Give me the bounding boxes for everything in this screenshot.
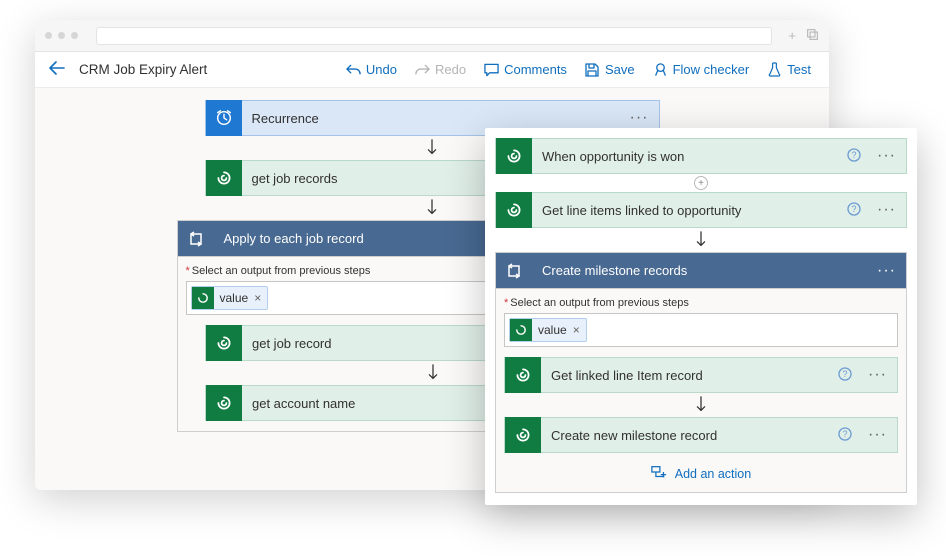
remove-token-icon[interactable]: ×: [254, 291, 261, 305]
undo-icon: [346, 62, 361, 77]
select-output-label: Select an output from previous steps: [504, 297, 898, 309]
comment-icon: [484, 62, 499, 77]
svg-text:?: ?: [843, 429, 848, 439]
save-button[interactable]: Save: [581, 58, 639, 81]
step-label: Get linked line Item record: [541, 368, 838, 383]
help-icon[interactable]: ?: [847, 148, 867, 165]
help-icon[interactable]: ?: [838, 367, 858, 384]
test-button[interactable]: Test: [763, 58, 815, 81]
more-icon[interactable]: ···: [858, 426, 897, 444]
step-get-linked-line-item[interactable]: Get linked line Item record ? ···: [504, 357, 898, 393]
connector-icon: [505, 417, 541, 453]
remove-token-icon[interactable]: ×: [573, 323, 580, 337]
step-label: Get line items linked to opportunity: [532, 203, 847, 218]
flow-checker-icon: [653, 62, 668, 77]
more-icon[interactable]: ···: [867, 201, 906, 219]
add-action-button[interactable]: Add an action: [504, 453, 898, 482]
connector-icon: [206, 160, 242, 196]
help-icon[interactable]: ?: [847, 202, 867, 219]
loop-icon: [178, 221, 214, 257]
browser-chrome: +: [35, 20, 829, 52]
foreach-block: Create milestone records ··· Select an o…: [495, 252, 907, 493]
more-icon[interactable]: ···: [858, 366, 897, 384]
help-icon[interactable]: ?: [838, 427, 858, 444]
redo-button[interactable]: Redo: [411, 58, 470, 81]
add-step-icon[interactable]: +: [694, 176, 708, 190]
redo-icon: [415, 62, 430, 77]
step-when-opportunity-won[interactable]: When opportunity is won ? ···: [495, 138, 907, 174]
more-icon[interactable]: ···: [620, 109, 659, 127]
connector-icon: [510, 319, 532, 341]
connector-icon: [505, 357, 541, 393]
value-token[interactable]: value ×: [509, 318, 587, 342]
url-bar[interactable]: [96, 27, 772, 45]
save-icon: [585, 62, 600, 77]
editor-toolbar: CRM Job Expiry Alert Undo Redo Comments …: [35, 52, 829, 88]
flow-checker-button[interactable]: Flow checker: [649, 58, 754, 81]
foreach-header[interactable]: Create milestone records ···: [496, 253, 906, 289]
step-create-new-milestone[interactable]: Create new milestone record ? ···: [504, 417, 898, 453]
copy-icon[interactable]: [806, 28, 819, 44]
svg-text:?: ?: [852, 150, 857, 160]
page-title: CRM Job Expiry Alert: [79, 62, 332, 77]
new-tab-icon[interactable]: +: [788, 28, 796, 44]
clock-icon: [206, 100, 242, 136]
step-label: Recurrence: [242, 111, 620, 126]
svg-text:?: ?: [852, 204, 857, 214]
loop-icon: [496, 253, 532, 289]
flow-arrow: [495, 228, 907, 252]
svg-text:?: ?: [843, 369, 848, 379]
test-icon: [767, 62, 782, 77]
add-action-icon: [651, 465, 667, 482]
connector-icon: [206, 385, 242, 421]
window-dot: [58, 32, 65, 39]
flow-arrow: [504, 393, 898, 417]
comments-button[interactable]: Comments: [480, 58, 571, 81]
step-label: Create new milestone record: [541, 428, 838, 443]
connector-icon: [496, 192, 532, 228]
step-label: When opportunity is won: [532, 149, 847, 164]
more-icon[interactable]: ···: [867, 262, 906, 280]
more-icon[interactable]: ···: [867, 147, 906, 165]
connector-icon: [206, 325, 242, 361]
step-get-line-items[interactable]: Get line items linked to opportunity ? ·…: [495, 192, 907, 228]
undo-button[interactable]: Undo: [342, 58, 401, 81]
secondary-flow-panel: When opportunity is won ? ··· + Get line…: [485, 128, 917, 505]
window-dot: [45, 32, 52, 39]
value-token[interactable]: value ×: [191, 286, 269, 310]
connector-icon: [496, 138, 532, 174]
window-dot: [71, 32, 78, 39]
connector-icon: [192, 287, 214, 309]
output-token-input[interactable]: value ×: [504, 313, 898, 347]
back-arrow-icon[interactable]: [49, 61, 65, 79]
foreach-title: Create milestone records: [532, 263, 867, 278]
